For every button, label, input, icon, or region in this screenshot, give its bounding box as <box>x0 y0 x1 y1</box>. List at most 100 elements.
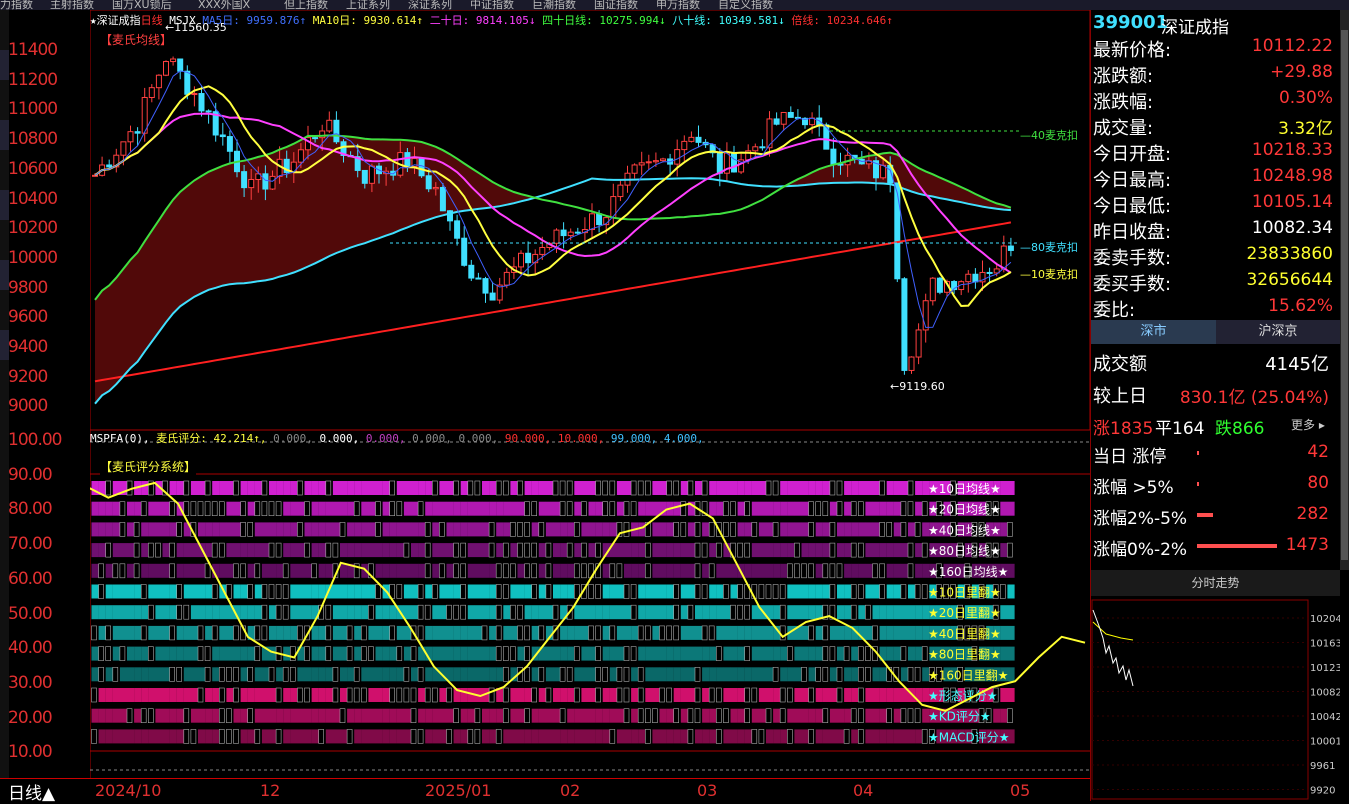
score-cell <box>659 522 667 537</box>
ma-legend: ★深证成指日线 MSJX MA5日: 9959.876↑ MA10日: 9930… <box>90 12 893 28</box>
score-cell <box>659 481 667 495</box>
score-cell <box>624 563 632 578</box>
score-cell <box>559 666 566 682</box>
quote-label: 成交量: <box>1093 118 1154 139</box>
top-tab[interactable]: 上证系列 <box>346 0 390 10</box>
score-cell <box>467 480 474 496</box>
score-cell <box>687 543 696 558</box>
score-cell <box>453 522 461 537</box>
score-cell <box>517 584 525 599</box>
score-cell <box>205 522 213 537</box>
candle-body <box>908 356 915 371</box>
top-tab[interactable]: 深证系列 <box>408 0 452 10</box>
score-cell <box>837 543 845 558</box>
quote-scrollbar[interactable] <box>1340 10 1349 570</box>
score-cell <box>219 729 225 744</box>
top-tab[interactable]: 国万XU锁后 <box>112 0 172 10</box>
score-cell <box>318 563 326 578</box>
score-cell <box>162 563 170 578</box>
score-cell <box>418 563 426 578</box>
tab-shenzhen[interactable]: 深市 <box>1091 320 1216 344</box>
mini-tick-label: 10204 <box>1310 614 1340 625</box>
score-cell <box>183 543 191 558</box>
score-cell <box>560 543 568 558</box>
top-tab[interactable]: 但上指数 <box>284 0 328 10</box>
intraday-mini-chart[interactable]: 10204101631012310082100421000199619920 <box>1091 598 1340 801</box>
score-cell <box>822 563 829 579</box>
quote-label: 委买手数: <box>1093 274 1172 295</box>
top-tab[interactable]: 申万指数 <box>656 0 700 10</box>
score-cell <box>900 584 907 599</box>
score-cell <box>695 729 703 744</box>
score-cell <box>652 646 660 661</box>
quote-label: 昨日收盘: <box>1093 222 1172 243</box>
top-tab[interactable]: 中证指数 <box>470 0 514 10</box>
score-cell <box>275 584 282 599</box>
score-cell <box>460 604 467 620</box>
score-cell <box>687 522 696 537</box>
left-side-tabs[interactable] <box>0 10 9 778</box>
score-cell <box>119 729 128 744</box>
candle-body <box>1000 245 1007 270</box>
axis-tick-label: 70.00 <box>8 534 53 555</box>
score-cell <box>112 729 120 744</box>
score-cell <box>261 688 270 702</box>
score-cell <box>155 542 161 558</box>
score-cell <box>502 480 509 496</box>
score-cell <box>857 708 864 724</box>
candle-body <box>92 174 98 177</box>
score-cell <box>680 688 688 702</box>
score-cell <box>198 563 206 578</box>
score-cell <box>574 667 582 682</box>
score-cell <box>744 501 751 517</box>
score-cell <box>687 688 696 702</box>
kline-chart-area[interactable]: ←11560.35 ←9119.60 —40麦克扣 —80麦克扣 —10麦克扣 ★10日均… <box>90 10 1090 780</box>
score-cell <box>723 729 731 744</box>
score-cell <box>495 646 502 661</box>
score-cell <box>850 542 857 558</box>
score-cell <box>900 605 909 620</box>
score-cell <box>396 584 403 599</box>
period-switch-button[interactable]: 日线▲ <box>8 779 56 804</box>
score-cell <box>709 646 717 661</box>
score-cell <box>198 584 206 599</box>
score-cell <box>311 688 319 702</box>
score-cell <box>715 646 722 661</box>
score-cell <box>176 522 182 537</box>
score-cell <box>169 542 175 558</box>
score-cell <box>666 667 674 682</box>
score-cell <box>893 646 901 661</box>
score-cell <box>850 501 857 517</box>
score-cell <box>772 584 779 599</box>
score-cell <box>723 481 731 495</box>
score-cell <box>623 687 630 703</box>
score-cell <box>325 522 333 537</box>
top-tab[interactable]: 巨潮指数 <box>532 0 576 10</box>
score-cell <box>411 501 419 516</box>
score-cell <box>510 646 516 661</box>
more-link[interactable]: 更多 ▸ <box>1291 416 1325 433</box>
top-tab[interactable]: 国证指数 <box>594 0 638 10</box>
axis-tick-label: 11200 <box>8 69 58 90</box>
score-cell <box>524 646 530 661</box>
top-tab[interactable]: XXX外国X <box>198 0 250 10</box>
score-cell <box>637 480 644 496</box>
tab-all-markets[interactable]: 沪深京 <box>1216 320 1340 344</box>
score-cell <box>98 563 104 579</box>
candle-body <box>127 131 134 143</box>
score-cell <box>162 667 170 682</box>
score-cell <box>283 729 291 744</box>
score-cell <box>609 501 616 517</box>
top-tab[interactable]: 主射指数 <box>50 0 94 10</box>
score-cell <box>290 708 298 723</box>
top-tab[interactable]: 力指数 <box>0 0 33 10</box>
score-cell <box>332 542 339 558</box>
score-cell <box>914 666 921 682</box>
score-cell <box>482 646 490 661</box>
score-cell <box>219 542 225 558</box>
score-cell <box>340 688 348 702</box>
top-tab[interactable]: 自定义指数 <box>718 0 773 10</box>
date-tick-label: 03 <box>697 781 718 800</box>
mini-tick-label: 10042 <box>1310 712 1340 723</box>
score-cell <box>623 501 630 517</box>
